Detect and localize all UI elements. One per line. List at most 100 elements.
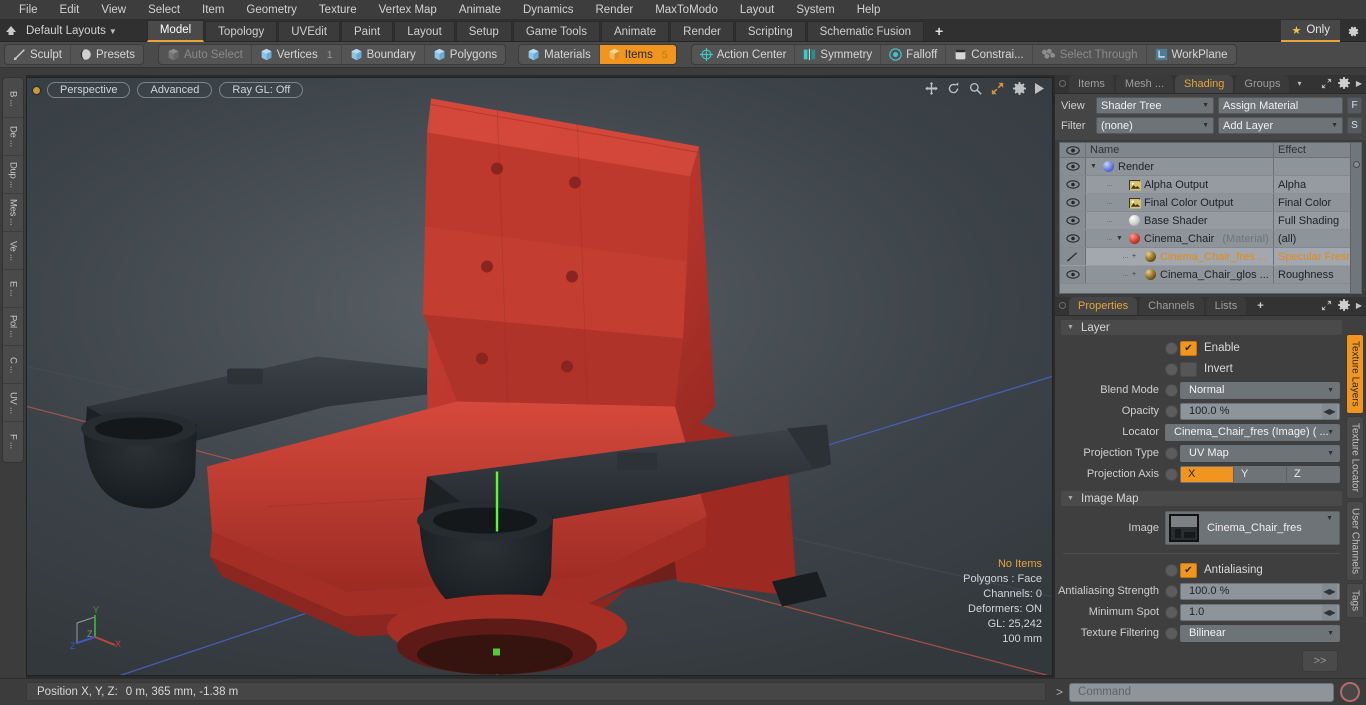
tree-expander-icon[interactable]: + [1132,271,1141,278]
menu-item-view[interactable]: View [90,0,137,20]
more-properties-button[interactable]: >> [1302,650,1338,672]
menu-item-select[interactable]: Select [137,0,191,20]
shader-tree-row[interactable]: ··· Alpha Output Alpha▼ [1060,176,1361,194]
min-spot-knob[interactable] [1165,605,1178,619]
home-icon[interactable] [0,25,22,36]
play-icon[interactable] [1035,83,1044,94]
opacity-knob[interactable] [1165,404,1178,418]
gear-icon[interactable] [1340,20,1366,42]
shader-tree-row-effect[interactable]: Specular Fresn... [1273,248,1361,265]
shader-tree-row[interactable]: ···▼ Cinema_Chair (Material) (all)▼ [1060,230,1361,248]
properties-tab-channels[interactable]: Channels [1139,297,1204,315]
toolbar-button-boundary[interactable]: Boundary [342,45,425,64]
command-input[interactable]: Command [1069,682,1334,702]
eye-icon[interactable] [1060,230,1086,247]
left-rail-tab-6[interactable]: Pol ... [3,308,23,346]
menu-item-help[interactable]: Help [846,0,892,20]
position-readout[interactable]: Position X, Y, Z: 0 m, 365 mm, -1.38 m [26,682,1046,701]
brush-icon[interactable] [1060,248,1086,265]
invert-checkbox[interactable] [1180,361,1197,377]
opacity-input[interactable]: 100.0 % ◀▶ [1180,402,1340,420]
shader-tree-row-effect[interactable]: Full Shading▼ [1273,212,1361,229]
panel-tab-items[interactable]: Items [1069,75,1114,93]
viewport-pill-advanced[interactable]: Advanced [137,82,213,98]
vertical-tab-texture-layers[interactable]: Texture Layers [1346,334,1364,414]
shader-tree-row-effect[interactable]: Final Color▼ [1273,194,1361,211]
left-rail-tab-8[interactable]: UV ... [3,384,23,422]
left-rail-tab-3[interactable]: Mes ... [3,194,23,232]
viewport-pill-raygl[interactable]: Ray GL: Off [219,82,304,98]
left-rail-tab-2[interactable]: Dup ... [3,156,23,194]
panel-handle-icon[interactable] [1059,302,1066,309]
shader-tree-row-effect[interactable]: (all)▼ [1273,230,1361,247]
shader-tree-row-effect[interactable] [1273,158,1361,175]
spinner-icon[interactable]: ◀▶ [1322,403,1337,419]
layout-tab-animate[interactable]: Animate [600,20,670,41]
shader-tree-row[interactable]: ··· Final Color Output Final Color▼ [1060,194,1361,212]
toolbar-button-action-center[interactable]: Action Center [692,45,796,64]
filter-dropdown[interactable]: (none) ▼ [1096,117,1214,134]
menu-item-item[interactable]: Item [191,0,235,20]
panel-tab-overflow-caret[interactable]: ▾ [1291,75,1307,93]
eye-icon[interactable] [1060,158,1086,175]
rotate-icon[interactable] [947,82,960,95]
chevron-right-icon[interactable]: ▶ [1356,301,1362,310]
menu-item-system[interactable]: System [785,0,845,20]
layout-tab-game-tools[interactable]: Game Tools [512,20,600,41]
toolbar-button-items[interactable]: Items 5 [599,45,676,64]
locator-dropdown[interactable]: Cinema_Chair_fres (Image) ( ... ▼ [1165,423,1340,441]
projection-type-knob[interactable] [1165,446,1178,460]
menu-item-vertex-map[interactable]: Vertex Map [368,0,448,20]
tree-expander-icon[interactable]: + [1132,253,1141,260]
shader-tree-row[interactable]: ▼ Render [1060,158,1361,176]
left-rail-tab-4[interactable]: Ve ... [3,232,23,270]
projection-axis-knob[interactable] [1165,467,1178,481]
fit-icon[interactable] [991,82,1004,95]
blend-mode-dropdown[interactable]: Normal ▼ [1180,381,1340,399]
toolbar-button-workplane[interactable]: WorkPlane [1147,45,1236,64]
chevron-right-icon[interactable]: ▶ [1356,79,1362,88]
add-layout-tab-button[interactable]: + [925,23,953,39]
left-rail-tab-5[interactable]: E ... [3,270,23,308]
shader-tree-row-effect[interactable]: Alpha▼ [1273,176,1361,193]
texture-filtering-dropdown[interactable]: Bilinear ▼ [1180,624,1340,642]
eye-icon[interactable] [1060,176,1086,193]
toolbar-button-auto-select[interactable]: Auto Select [159,45,252,64]
vertical-tab-user-channels[interactable]: User Channels [1346,500,1364,581]
vertical-tab-tags[interactable]: Tags [1346,582,1364,618]
properties-tab-lists[interactable]: Lists [1205,297,1247,315]
menu-item-dynamics[interactable]: Dynamics [512,0,584,20]
toolbar-button-constrai-[interactable]: Constrai... [946,45,1033,64]
toolbar-button-vertices[interactable]: Vertices 1 [252,45,342,64]
image-chip[interactable]: Cinema_Chair_fres ▼ [1165,511,1340,545]
left-rail-tab-0[interactable]: B ... [3,80,23,118]
layout-tab-schematic-fusion[interactable]: Schematic Fusion [806,20,925,41]
properties-tab-properties[interactable]: Properties [1069,297,1138,315]
assign-material-button[interactable]: Assign Material [1218,97,1343,114]
eye-icon[interactable] [1060,266,1086,283]
zoom-icon[interactable] [969,82,982,95]
toolbar-button-symmetry[interactable]: Symmetry [795,45,882,64]
viewport-3d[interactable]: Perspective Advanced Ray GL: Off No Item… [26,77,1053,676]
tree-expander-icon[interactable]: ▼ [1116,235,1125,242]
layout-tab-paint[interactable]: Paint [341,20,394,41]
menu-item-texture[interactable]: Texture [308,0,368,20]
pan-icon[interactable] [925,82,938,95]
invert-knob[interactable] [1165,362,1178,376]
shader-tree[interactable]: Name Effect ▼Render···Alpha OutputAlpha▼… [1059,142,1362,294]
shader-tree-row[interactable]: ···+ Cinema_Chair_glos ... Roughness▼ [1060,266,1361,284]
filter-f-button[interactable]: F [1347,97,1362,114]
spinner-icon[interactable]: ◀▶ [1322,583,1337,599]
blend-mode-knob[interactable] [1165,383,1178,397]
toolbar-button-select-through[interactable]: Select Through [1033,45,1147,64]
viewport-pill-perspective[interactable]: Perspective [47,82,131,98]
menu-item-geometry[interactable]: Geometry [235,0,308,20]
layout-tab-setup[interactable]: Setup [455,20,512,41]
gear-icon[interactable] [1337,77,1350,89]
layout-tab-topology[interactable]: Topology [205,20,278,41]
layout-tab-scripting[interactable]: Scripting [734,20,806,41]
projection-axis-z[interactable]: Z [1287,466,1339,482]
antialiasing-knob[interactable] [1165,563,1178,577]
projection-type-dropdown[interactable]: UV Map ▼ [1180,444,1340,462]
shader-tree-scrollbar[interactable] [1350,143,1361,293]
